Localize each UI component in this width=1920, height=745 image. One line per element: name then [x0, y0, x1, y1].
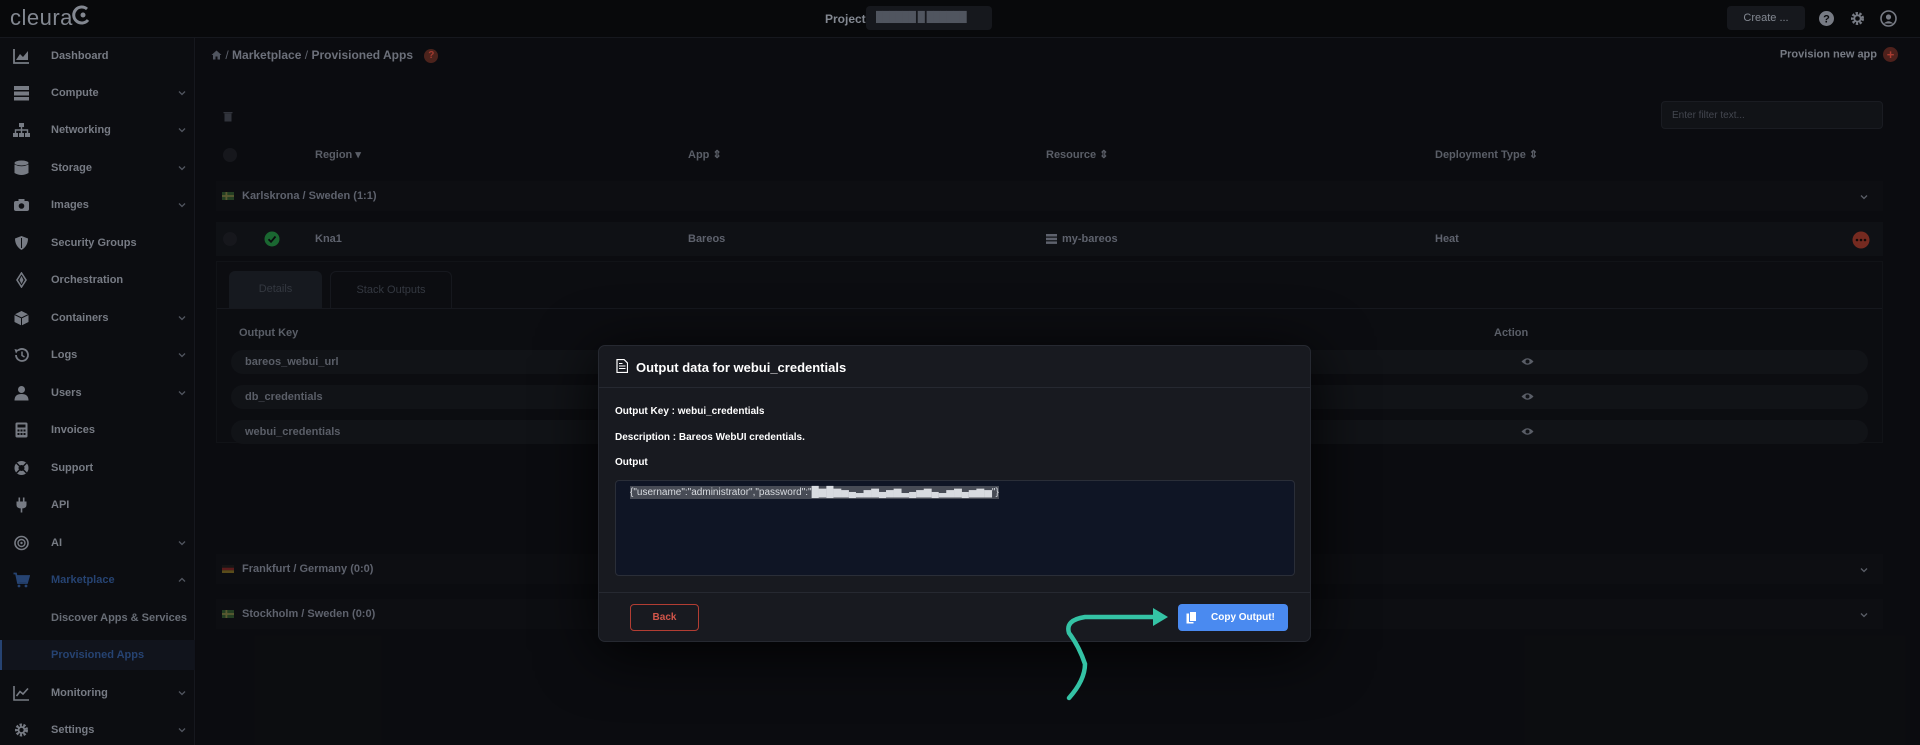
annotation-arrow-icon	[1066, 608, 1168, 701]
output-data-modal: Output data for webui_credentials Output…	[598, 345, 1311, 642]
output-label: Output	[615, 457, 648, 468]
copy-output-button[interactable]: Copy Output!	[1178, 604, 1288, 631]
document-icon	[616, 359, 628, 373]
back-button[interactable]: Back	[630, 604, 699, 631]
output-key-line: Output Key : webui_credentials	[615, 406, 765, 417]
modal-header: Output data for webui_credentials	[599, 346, 1310, 388]
output-textarea[interactable]: {"username":"administrator","password":"…	[615, 480, 1295, 576]
modal-title: Output data for webui_credentials	[636, 360, 847, 375]
output-value: {"username":"administrator","password":"…	[630, 486, 999, 499]
description-line: Description : Bareos WebUI credentials.	[615, 432, 805, 443]
copy-icon	[1186, 611, 1197, 624]
